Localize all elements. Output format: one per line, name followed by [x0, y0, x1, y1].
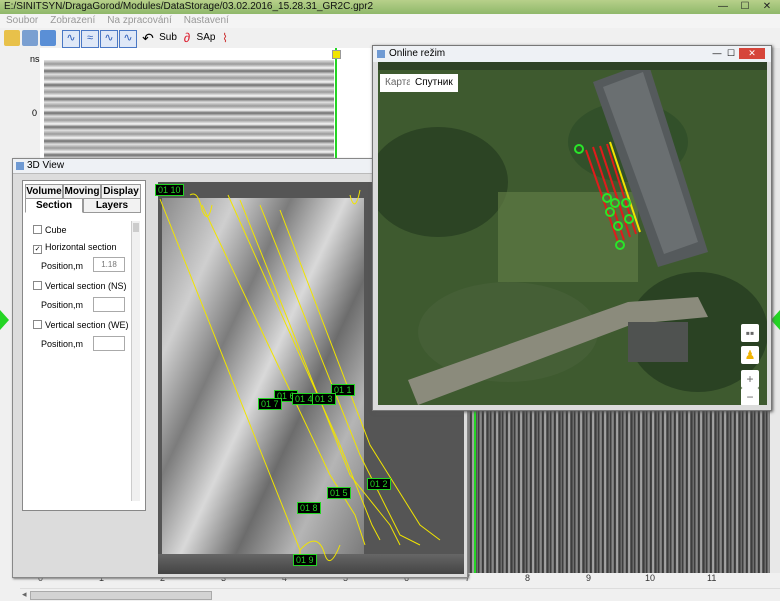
trace-label[interactable]: 01 10 [155, 184, 184, 196]
tab-display[interactable]: Display [101, 184, 141, 199]
trace-label[interactable]: 01 3 [312, 393, 336, 405]
online-titlebar[interactable]: Online režim — ☐ ✕ [373, 46, 771, 62]
cube-checkbox[interactable] [33, 225, 42, 234]
vertical-ns-position-input[interactable] [93, 297, 125, 312]
map-layers-button[interactable]: ▪▪ [741, 324, 759, 342]
panel-scrollbar[interactable] [131, 221, 140, 501]
vertical-ns-label: Vertical section (NS) [45, 281, 127, 291]
trace-line [227, 194, 381, 541]
horizontal-scrollbar[interactable]: ◂ [20, 588, 780, 601]
cursor-line-top [335, 48, 337, 168]
horizontal-position-input[interactable]: 1.18 [93, 257, 125, 272]
y-axis-zero: 0 [32, 108, 38, 118]
trace-label[interactable]: 01 9 [293, 554, 317, 566]
cube-label: Cube [45, 225, 67, 235]
menu-zobrazeni[interactable]: Zobrazení [50, 14, 95, 28]
satellite-map[interactable]: Карта Спутник ▪▪ ♟ + − [378, 62, 767, 405]
trace-icon-3[interactable]: ∿ [119, 30, 137, 48]
x-tick: 10 [645, 573, 656, 583]
vertical-ns-option[interactable]: Vertical section (NS) [33, 281, 127, 291]
radargram-top-section [44, 60, 334, 170]
menu-nastaveni[interactable]: Nastavení [184, 14, 229, 28]
x-tick: 9 [586, 573, 592, 583]
gps-point [574, 144, 584, 154]
cube-option[interactable]: Cube [33, 225, 67, 235]
trace-label[interactable]: 01 5 [327, 487, 351, 499]
menu-soubor[interactable]: Soubor [6, 14, 38, 28]
online-title: Online režim [389, 48, 446, 59]
gps-track [574, 141, 641, 250]
maximize-button[interactable]: ☐ [734, 0, 756, 14]
horizontal-section-checkbox[interactable]: ✓ [33, 245, 42, 254]
scroll-thumb[interactable] [30, 591, 212, 600]
vertical-ns-checkbox[interactable] [33, 281, 42, 290]
zoom-out-button[interactable]: − [741, 388, 759, 405]
trace-turn [349, 189, 361, 205]
trace-turn [189, 193, 213, 217]
tab-layers[interactable]: Layers [83, 198, 141, 213]
open-icon[interactable] [4, 30, 20, 46]
vertical-we-checkbox[interactable] [33, 320, 42, 329]
minimize-button[interactable]: — [712, 0, 734, 14]
undo-icon[interactable]: ↶ [140, 30, 156, 46]
sub-button[interactable]: Sub [158, 30, 178, 46]
online-minimize-button[interactable]: — [711, 48, 723, 58]
radargram-bottom-section [466, 410, 770, 573]
wiggle-icon[interactable]: ≈ [81, 30, 99, 48]
tab-moving[interactable]: Moving [63, 184, 101, 199]
menu-na-zpracovani[interactable]: Na zpracování [107, 14, 171, 28]
left-panel-toggle-icon[interactable] [0, 310, 9, 330]
position-label: Position,m [41, 261, 84, 271]
cursor-line-bottom [474, 410, 476, 573]
vertical-we-label: Vertical section (WE) [45, 320, 129, 330]
trace-wave-icon[interactable]: ∿ [62, 30, 80, 48]
trace-label[interactable]: 01 2 [367, 478, 391, 490]
tab-volume[interactable]: Volume [25, 184, 63, 199]
x-tick: 11 [707, 573, 717, 583]
curve-icon[interactable]: ∂ [180, 30, 194, 46]
zoom-in-button[interactable]: + [741, 370, 759, 388]
x-tick: 8 [525, 573, 531, 583]
street-view-pegman-icon[interactable]: ♟ [741, 346, 759, 364]
window-title: E:/SINITSYN/DragaGorod/Modules/DataStora… [4, 1, 374, 12]
online-close-button[interactable]: ✕ [739, 48, 765, 59]
cube-icon [16, 162, 24, 170]
menu-bar: Soubor Zobrazení Na zpracování Nastavení [0, 14, 780, 28]
sap-button[interactable]: SAp [196, 30, 216, 46]
right-panel-toggle-icon[interactable] [771, 310, 780, 330]
vertical-we-option[interactable]: Vertical section (WE) [33, 320, 129, 330]
cursor-handle[interactable] [332, 50, 341, 59]
y-axis-unit: ns [30, 54, 40, 64]
section-settings-panel: Volume Moving Display Section Layers Cub… [22, 180, 146, 511]
trace-icon-2[interactable]: ∿ [100, 30, 118, 48]
save-icon[interactable] [22, 30, 38, 46]
online-maximize-button[interactable]: ☐ [725, 48, 737, 58]
gps-point [615, 240, 625, 250]
panel-scroll-thumb[interactable] [133, 223, 139, 232]
horizontal-section-option[interactable]: ✓ Horizontal section [33, 242, 117, 254]
graph-icon[interactable]: ⌇ [218, 30, 232, 46]
trace-label[interactable]: 01 7 [258, 398, 282, 410]
window-controls: — ☐ ✕ [712, 0, 778, 14]
app-icon [377, 50, 385, 58]
position-label: Position,m [41, 300, 84, 310]
3d-view-title: 3D View [27, 160, 65, 171]
vertical-we-position-input[interactable] [93, 336, 125, 351]
trace-label[interactable]: 01 8 [297, 502, 321, 514]
tab-section[interactable]: Section [25, 198, 83, 213]
export-icon[interactable] [40, 30, 56, 46]
position-label: Position,m [41, 339, 84, 349]
horizontal-section-label: Horizontal section [45, 242, 117, 252]
close-button[interactable]: ✕ [756, 0, 778, 14]
title-bar: E:/SINITSYN/DragaGorod/Modules/DataStora… [0, 0, 780, 14]
scroll-left-icon[interactable]: ◂ [22, 589, 27, 600]
